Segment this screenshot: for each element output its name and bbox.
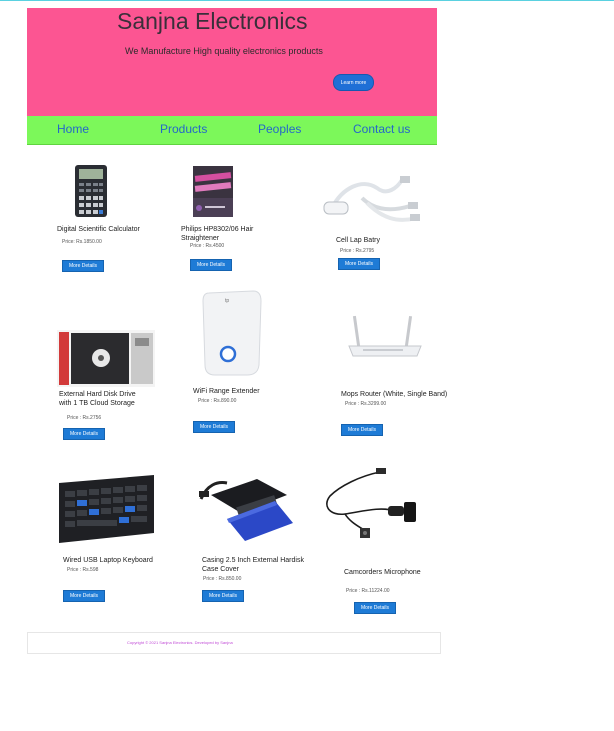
- keyboard-image: [59, 475, 154, 543]
- nav-contact[interactable]: Contact us: [353, 122, 410, 136]
- top-border: [0, 0, 614, 1]
- more-details-button[interactable]: More Details: [62, 260, 104, 272]
- product-name: Wired USB Laptop Keyboard: [63, 557, 153, 564]
- more-details-button[interactable]: More Details: [202, 590, 244, 602]
- more-details-button[interactable]: More Details: [354, 602, 396, 614]
- product-name: Digital Scientific Calculator: [57, 226, 140, 233]
- more-details-button[interactable]: More Details: [341, 424, 383, 436]
- product-price: Price : Rs.4500: [190, 243, 225, 249]
- nav-home[interactable]: Home: [57, 122, 89, 136]
- product-name: Cell Lap Batry: [336, 237, 380, 244]
- product-price: Price : Rs.11224.00: [346, 588, 390, 594]
- car-charger-image: [323, 176, 420, 222]
- main-nav: Home Products Peoples Contact us: [27, 116, 437, 145]
- product-price: Price : Rs.3299.00: [345, 401, 387, 407]
- hair-straightener-image: [193, 166, 233, 217]
- nav-products[interactable]: Products: [160, 122, 207, 136]
- wifi-extender-image: tp: [202, 290, 262, 376]
- site-tagline: We Manufacture High quality electronics …: [125, 46, 323, 56]
- product-name: Camcorders Microphone: [344, 569, 421, 576]
- learn-more-button[interactable]: Learn more: [333, 74, 374, 91]
- product-name: Casing 2.5 Inch External Hardisk Case Co…: [202, 557, 304, 573]
- site-footer: Copyright © 2021 Sanjna Electronics. Dev…: [27, 632, 441, 654]
- product-name: WiFi Range Extender: [193, 388, 260, 395]
- product-price: Price : Rs.2756: [67, 415, 102, 421]
- product-price: Price : Rs.598: [67, 567, 99, 573]
- more-details-button[interactable]: More Details: [338, 258, 380, 270]
- more-details-button[interactable]: More Details: [193, 421, 235, 433]
- footer-copyright: Copyright © 2021 Sanjna Electronics. Dev…: [127, 640, 233, 645]
- product-price: Price : Rs.890.00: [198, 398, 237, 404]
- calculator-image: [75, 165, 107, 217]
- product-price: Price : Rs.850.00: [203, 576, 242, 582]
- product-price: Price : Rs.2795: [340, 248, 375, 254]
- router-image: [348, 315, 422, 357]
- product-name: Mops Router (White, Single Band): [341, 391, 448, 398]
- svg-text:tp: tp: [225, 298, 229, 304]
- site-header: Sanjna Electronics We Manufacture High q…: [27, 8, 437, 116]
- nav-peoples[interactable]: Peoples: [258, 122, 301, 136]
- product-name: External Hard Disk Drive with 1 TB Cloud…: [59, 391, 136, 407]
- more-details-button[interactable]: More Details: [63, 428, 105, 440]
- more-details-button[interactable]: More Details: [190, 259, 232, 271]
- site-title: Sanjna Electronics: [117, 8, 308, 34]
- product-price: Price: Rs.1850.00: [62, 239, 102, 245]
- more-details-button[interactable]: More Details: [63, 590, 105, 602]
- hdd-casing-image: [199, 479, 293, 541]
- product-name: Philips HP8302/06 Hair Straightener: [181, 226, 254, 242]
- hard-disk-caddy-image: [57, 330, 155, 387]
- microphone-image: [326, 468, 416, 538]
